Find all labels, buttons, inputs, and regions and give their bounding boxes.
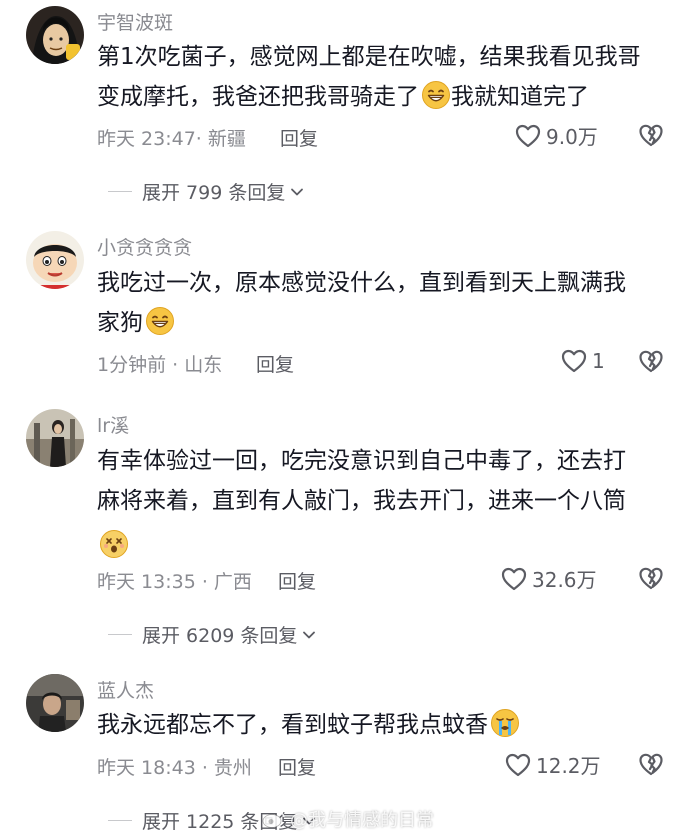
avatar[interactable] [26,409,84,467]
reply-button[interactable]: 回复 [256,350,294,377]
reply-button[interactable]: 回复 [278,753,316,780]
expand-replies-label: 展开 799 条回复 [142,182,286,204]
like-count: 9.0万 [546,125,598,149]
broken-heart-icon [638,751,664,777]
like-count: 32.6万 [532,568,597,592]
expand-replies-button[interactable]: 展开 6209 条回复 [108,621,317,648]
watermark: @我与情感的日常 [262,806,434,832]
heart-icon [504,751,532,779]
comment-text-segment: 我就知道完了 [451,84,589,110]
comment-meta: 昨天 13:35 · 广西 [97,571,252,593]
like-count: 12.2万 [536,754,601,778]
like-count: 1 [592,349,605,373]
comment-text-line: 第1次吃菌子，感觉网上都是在吹嘘，结果我看见我哥 [97,44,641,70]
grin-emoji-icon [421,80,451,110]
reply-button[interactable]: 回复 [280,124,318,151]
broken-heart-icon [638,122,664,148]
avatar[interactable] [26,231,84,289]
comment-text-line: 家狗 [97,303,667,343]
comment-meta: 昨天 23:47· 新疆 [97,128,246,150]
comment-text-line: 变成摩托，我爸还把我哥骑走了 我就知道完了 [97,77,667,117]
comment-meta: 昨天 18:43 · 贵州 [97,757,252,779]
watermark-text: @我与情感的日常 [290,810,434,831]
heart-icon [514,122,542,150]
comment-text-segment: 我永远都忘不了，看到蚊子帮我点蚊香 [97,712,488,738]
divider [108,191,132,192]
emoji-line [97,521,667,561]
reply-button[interactable]: 回复 [278,567,316,594]
comment-text: 有幸体验过一回，吃完没意识到自己中毒了，还去打 麻将来着，直到有人敲门，我去开门… [97,441,667,561]
chevron-down-icon [289,184,305,200]
comment-text-line: 有幸体验过一回，吃完没意识到自己中毒了，还去打 [97,448,626,474]
username[interactable]: lr溪 [97,411,129,438]
expand-replies-button[interactable]: 展开 799 条回复 [108,178,305,205]
username[interactable]: 蓝人杰 [97,676,154,703]
heart-icon [560,347,588,375]
avatar[interactable] [26,674,84,732]
comment-text-segment: 家狗 [97,310,143,336]
comment-text: 我永远都忘不了，看到蚊子帮我点蚊香 [97,705,667,745]
dizzy-emoji-icon [99,529,129,559]
like-button[interactable]: 12.2万 [504,750,601,779]
weibo-logo-icon [262,811,285,828]
divider [108,634,132,635]
dislike-button[interactable] [638,751,664,777]
comment-text-line: 我永远都忘不了，看到蚊子帮我点蚊香 [97,705,667,745]
like-button[interactable]: 9.0万 [514,121,598,150]
dislike-button[interactable] [638,348,664,374]
dislike-button[interactable] [638,122,664,148]
username[interactable]: 宇智波斑 [97,8,173,35]
chevron-down-icon [301,627,317,643]
comment-text-line: 我吃过一次，原本感觉没什么，直到看到天上飘满我 [97,270,626,296]
comment-meta: 1分钟前 · 山东 [97,354,223,376]
divider [108,820,132,821]
comment-text: 第1次吃菌子，感觉网上都是在吹嘘，结果我看见我哥 变成摩托，我爸还把我哥骑走了 我… [97,37,667,117]
comment-text: 我吃过一次，原本感觉没什么，直到看到天上飘满我 家狗 [97,263,667,343]
dislike-button[interactable] [638,565,664,591]
like-button[interactable]: 32.6万 [500,564,597,593]
expand-replies-label: 展开 6209 条回复 [142,625,298,647]
avatar[interactable] [26,6,84,64]
username[interactable]: 小贪贪贪贪 [97,233,192,260]
broken-heart-icon [638,348,664,374]
comment-text-line: 麻将来着，直到有人敲门，我去开门，进来一个八筒 [97,488,626,514]
crying-emoji-icon [490,708,520,738]
heart-icon [500,565,528,593]
broken-heart-icon [638,565,664,591]
comment-text-segment: 变成摩托，我爸还把我哥骑走了 [97,84,419,110]
like-button[interactable]: 1 [560,347,605,375]
grin-emoji-icon [145,306,175,336]
